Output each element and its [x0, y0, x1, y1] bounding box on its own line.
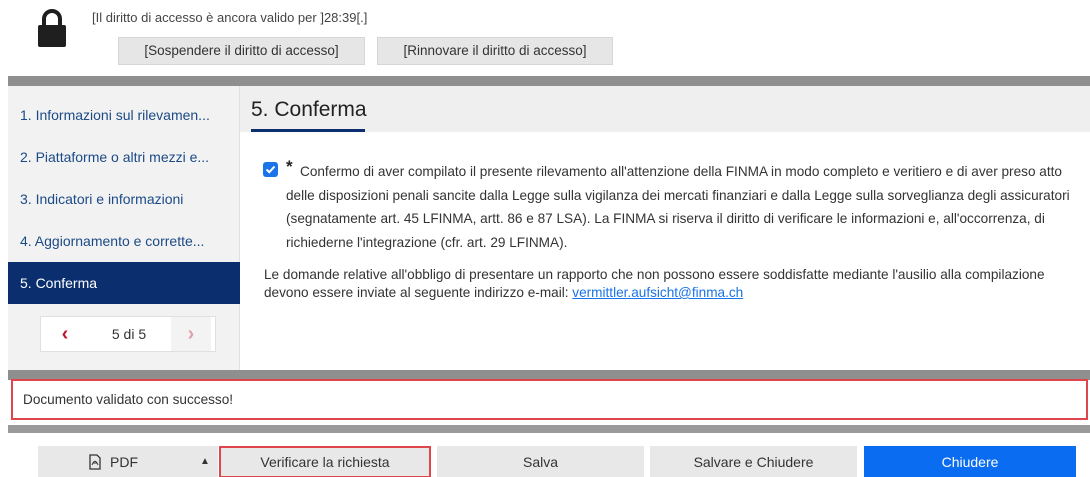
required-marker: * [286, 157, 293, 176]
validation-message: Documento validato con successo! [11, 379, 1088, 420]
lock-icon [38, 9, 66, 47]
pager: ‹ 5 di 5 › [40, 316, 216, 352]
close-button[interactable]: Chiudere [864, 446, 1076, 477]
sidebar-item-piattaforme[interactable]: 2. Piattaforme o altri mezzi e... [8, 136, 240, 178]
confirm-text: Confermo di aver compilato il presente r… [286, 164, 1070, 250]
sidebar-item-informazioni[interactable]: 1. Informazioni sul rilevamen... [8, 94, 240, 136]
verify-request-button[interactable]: Verificare la richiesta [219, 446, 431, 477]
pdf-button[interactable]: PDF ▲ [38, 446, 218, 477]
pdf-label: PDF [110, 454, 138, 470]
renew-access-button[interactable]: [Rinnovare il diritto di accesso] [377, 37, 613, 65]
sidebar-item-aggiornamento[interactable]: 4. Aggiornamento e corrette... [8, 220, 240, 262]
chevron-right-icon[interactable]: › [171, 317, 211, 351]
access-validity-text: [Il diritto di accesso è ancora valido p… [92, 10, 368, 25]
email-link[interactable]: vermittler.aufsicht@finma.ch [572, 285, 743, 300]
bottom-divider [8, 425, 1090, 433]
pdf-icon [89, 454, 101, 470]
confirm-checkbox[interactable] [263, 162, 278, 177]
caret-up-icon[interactable]: ▲ [200, 446, 210, 477]
title-underline [251, 129, 365, 132]
top-divider [8, 76, 1090, 86]
sidebar-item-conferma[interactable]: 5. Conferma [8, 262, 240, 304]
sidebar: 1. Informazioni sul rilevamen... 2. Piat… [8, 86, 240, 370]
suspend-access-button[interactable]: [Sospendere il diritto di accesso] [118, 37, 365, 65]
page-title: 5. Conferma [251, 98, 367, 121]
contact-note: Le domande relative all'obbligo di prese… [264, 266, 1079, 302]
page-indicator: 5 di 5 [111, 326, 147, 342]
sidebar-item-indicatori[interactable]: 3. Indicatori e informazioni [8, 178, 240, 220]
check-icon [265, 165, 276, 174]
chevron-left-icon[interactable]: ‹ [45, 317, 85, 351]
save-button[interactable]: Salva [437, 446, 644, 477]
confirm-statement: Confermo di aver compilato il presente r… [286, 160, 1076, 254]
content-header [240, 86, 1090, 132]
save-and-close-button[interactable]: Salvare e Chiudere [650, 446, 857, 477]
